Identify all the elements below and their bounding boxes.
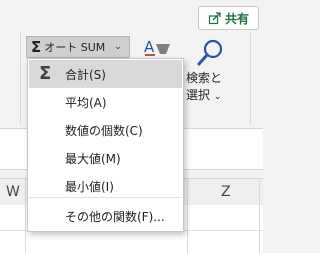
share-icon — [208, 12, 221, 25]
search-icon[interactable] — [196, 38, 226, 68]
ribbon-group-divider — [20, 32, 21, 124]
column-divider — [259, 205, 260, 253]
menu-item-label: 最小値(I) — [65, 179, 114, 194]
menu-item-sum[interactable]: Σ 合計(S) — [29, 60, 182, 88]
find-label-line2: 選択 — [186, 88, 211, 102]
share-button[interactable]: 共有 — [198, 6, 259, 30]
menu-item-max[interactable]: 最大値(M) — [29, 144, 182, 172]
find-select-button[interactable]: 検索と 選択 ⌄ — [186, 70, 242, 106]
menu-item-label: その他の関数(F)... — [65, 209, 165, 224]
menu-item-label: 最大値(M) — [65, 151, 121, 166]
menu-item-count[interactable]: 数値の個数(C) — [29, 116, 182, 144]
chevron-down-icon[interactable]: ⌄ — [114, 42, 122, 52]
sigma-icon: Σ — [39, 63, 52, 84]
menu-item-min[interactable]: 最小値(I) — [29, 172, 182, 200]
menu-item-more-functions[interactable]: その他の関数(F)... — [29, 202, 182, 230]
menu-item-label: 合計(S) — [65, 67, 106, 82]
autosum-label: オート SUM — [44, 41, 106, 54]
menu-separator — [29, 197, 182, 198]
column-header-z[interactable]: Z — [221, 184, 231, 200]
column-divider — [187, 205, 188, 253]
autosum-button[interactable]: Σ オート SUM ⌄ — [26, 36, 130, 58]
autosum-dropdown-menu: Σ 合計(S) 平均(A) 数値の個数(C) 最大値(M) 最小値(I) その他… — [27, 58, 184, 232]
share-label: 共有 — [224, 11, 249, 26]
find-label-line1: 検索と — [186, 71, 223, 85]
clear-icon[interactable]: A — [142, 36, 174, 60]
chevron-down-icon: ⌄ — [213, 92, 222, 102]
ribbon-group-divider — [250, 32, 251, 124]
svg-text:A: A — [144, 38, 155, 56]
column-header-w[interactable]: W — [6, 184, 20, 200]
sigma-icon: Σ — [31, 38, 42, 56]
menu-item-average[interactable]: 平均(A) — [29, 88, 182, 116]
column-divider — [25, 205, 26, 253]
menu-item-label: 平均(A) — [65, 95, 107, 110]
menu-item-label: 数値の個数(C) — [65, 123, 143, 138]
